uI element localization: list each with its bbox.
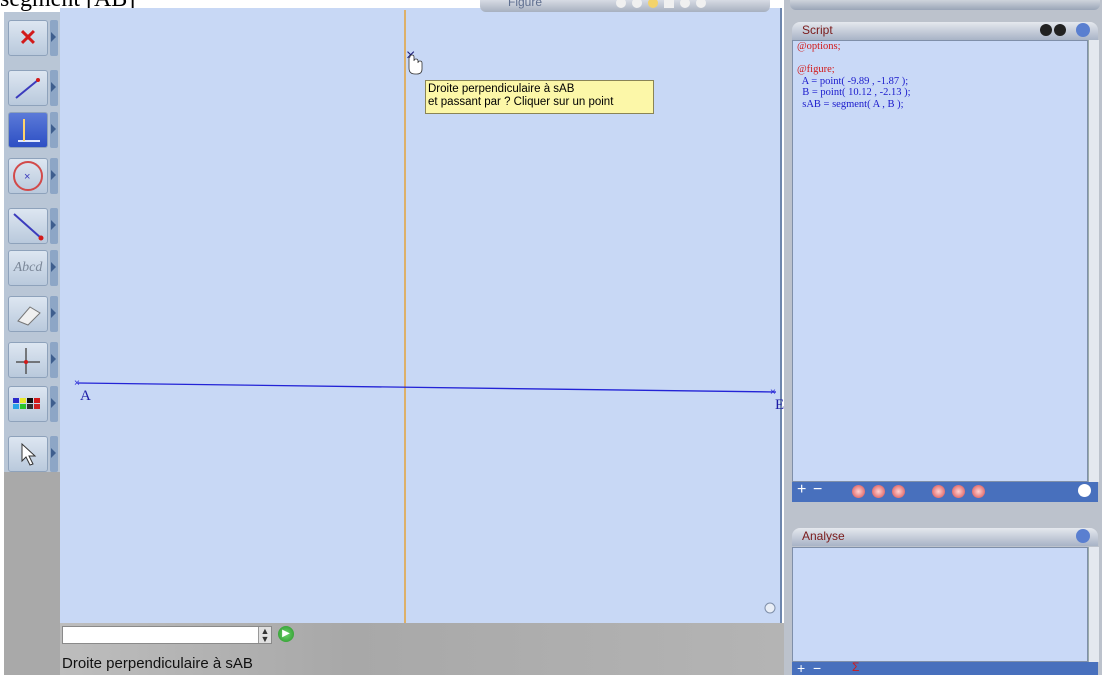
go-icon: ▶ [282, 628, 290, 639]
script-tool-5-icon[interactable] [952, 485, 965, 498]
script-title-label: Script [802, 23, 833, 37]
redo-icon[interactable] [1054, 24, 1066, 36]
script-line-4: B = point( 10.12 , -2.13 ); [797, 87, 911, 98]
execute-button[interactable]: ▶ [278, 626, 294, 642]
collapse-script-icon[interactable] [1076, 23, 1090, 37]
script-tool-4-icon[interactable] [932, 485, 945, 498]
segment-ab[interactable] [77, 382, 777, 393]
analyse-remove-icon[interactable]: − [813, 660, 821, 676]
collapse-analyse-icon[interactable] [1076, 529, 1090, 543]
add-icon[interactable]: + [797, 481, 806, 499]
point-b-label: E [775, 397, 785, 413]
undo-icon[interactable] [1040, 24, 1052, 36]
point-a-label: A [80, 388, 91, 404]
script-tool-3-icon[interactable] [892, 485, 905, 498]
script-scrollbar[interactable] [1088, 40, 1099, 482]
command-select[interactable] [62, 626, 272, 644]
right-panel-top-strip [790, 0, 1100, 10]
tooltip-line-2: et passant par ? Cliquer sur un point [428, 96, 614, 108]
script-tool-1-icon[interactable] [852, 485, 865, 498]
script-content[interactable]: @options; @figure; A = point( -9.89 , -1… [797, 41, 911, 110]
script-tool-6-icon[interactable] [972, 485, 985, 498]
analyse-title-label: Analyse [802, 529, 845, 543]
script-tool-2-icon[interactable] [872, 485, 885, 498]
status-text: Droite perpendiculaire à sAB [62, 655, 253, 672]
remove-icon[interactable]: − [813, 481, 822, 499]
figure-drawing: × × × [74, 10, 777, 623]
analyse-add-icon[interactable]: + [797, 660, 805, 676]
spinner-icon: ▲ ▼ [260, 626, 270, 644]
analyse-area[interactable] [792, 547, 1088, 662]
hand-cursor-icon [408, 54, 423, 75]
tool-tooltip: Droite perpendiculaire à sAB et passant … [425, 80, 654, 114]
command-spinner[interactable]: ▲ ▼ [258, 626, 271, 644]
analyse-scrollbar[interactable] [1088, 547, 1099, 662]
script-line-3: A = point( -9.89 , -1.87 ); [797, 75, 909, 87]
script-toolbar [792, 482, 1098, 502]
sigma-icon[interactable]: Σ [852, 660, 859, 674]
analyse-panel-title: Analyse [792, 528, 1098, 546]
script-collapse-icon[interactable] [1078, 484, 1091, 497]
script-line-5: sAB = segment( A , B ); [797, 98, 904, 110]
script-line-1: @options; [797, 41, 841, 52]
analyse-toolbar [792, 662, 1098, 675]
script-line-2: @figure; [797, 64, 835, 75]
tooltip-line-1: Droite perpendiculaire à sAB [428, 83, 575, 95]
script-panel-title: Script [792, 22, 1098, 40]
canvas-scroll-icon[interactable] [764, 602, 776, 614]
